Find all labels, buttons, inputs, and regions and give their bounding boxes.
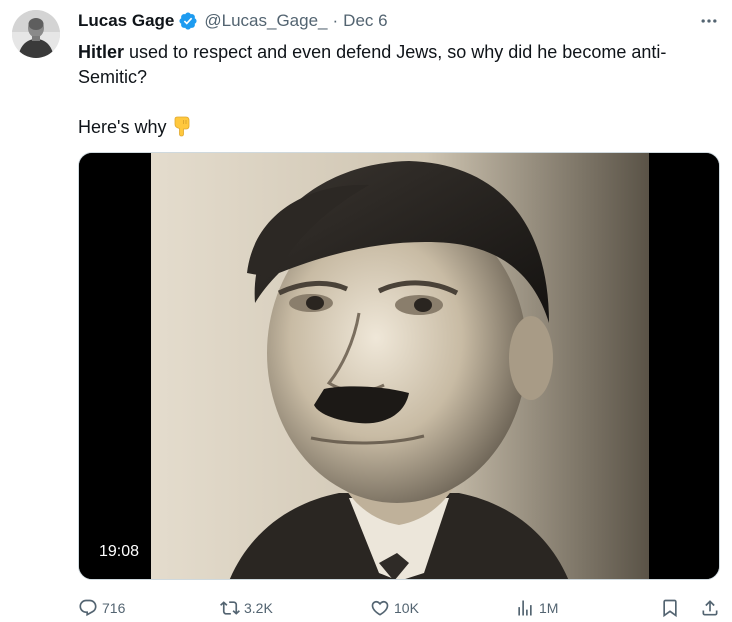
repost-count: 3.2K: [244, 600, 273, 616]
views-icon: [518, 600, 532, 616]
separator-dot: ·: [332, 11, 339, 30]
handle[interactable]: @Lucas_Gage_: [204, 11, 327, 31]
verified-icon: [179, 12, 197, 30]
tweet-text-rest: used to respect and even defend Jews, so…: [78, 42, 667, 87]
tweet-text-line1: Hitler used to respect and even defend J…: [78, 40, 718, 90]
tweet-text-bold[interactable]: Hitler: [78, 42, 124, 62]
avatar[interactable]: [12, 10, 60, 58]
share-icon: [702, 600, 718, 616]
repost-button[interactable]: 3.2K: [220, 596, 273, 620]
display-name[interactable]: Lucas Gage: [78, 11, 174, 31]
pointing-down-emoji: [171, 115, 193, 144]
video-frame: [79, 153, 719, 579]
like-count: 10K: [394, 600, 419, 616]
bookmark-icon: [663, 599, 677, 618]
action-bar: 716 3.2K 10K 1M: [78, 596, 724, 620]
avatar-image: [12, 10, 60, 58]
reply-button[interactable]: 716: [78, 596, 125, 620]
tweet-text-here: Here's why: [78, 117, 167, 137]
like-icon: [371, 600, 389, 616]
video-duration: 19:08: [99, 543, 140, 560]
more-button[interactable]: [694, 9, 724, 33]
more-icon: [701, 19, 717, 23]
tweet-text: Hitler used to respect and even defend J…: [78, 40, 718, 144]
tweet[interactable]: Lucas Gage @Lucas_Gage_ · Dec 6 Hitler u…: [0, 0, 732, 622]
views-count: 1M: [539, 600, 559, 616]
tweet-header: Lucas Gage @Lucas_Gage_ · Dec 6: [78, 10, 388, 32]
video-player[interactable]: 19:08: [78, 152, 720, 580]
reply-icon: [79, 599, 97, 617]
pointing-down-icon: [175, 116, 190, 137]
tweet-text-line2: Here's why: [78, 115, 718, 144]
reply-count: 716: [102, 600, 126, 616]
bookmark-button[interactable]: [660, 596, 680, 620]
like-button[interactable]: 10K: [370, 596, 419, 620]
repost-icon: [220, 601, 240, 615]
views-button[interactable]: 1M: [515, 596, 558, 620]
tweet-date[interactable]: Dec 6: [343, 11, 387, 31]
share-button[interactable]: [700, 596, 720, 620]
